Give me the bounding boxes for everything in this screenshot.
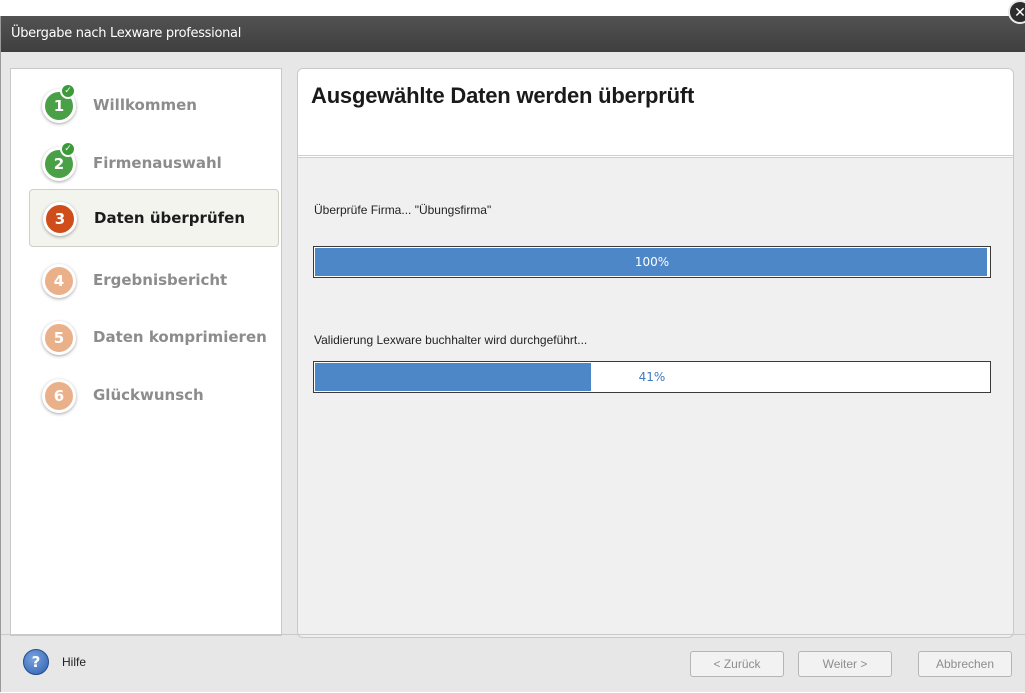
help-link[interactable]: Hilfe [62,655,86,669]
step-ergebnisbericht[interactable]: 4 Ergebnisbericht [29,252,279,310]
content-panel: Ausgewählte Daten werden überprüft Überp… [297,68,1014,638]
task-status-text: Validierung Lexware buchhalter wird durc… [314,333,588,347]
close-button[interactable]: ✕ [1008,0,1025,24]
step-number-badge: 5 [42,321,76,355]
steps-sidebar: 1 ✓ Willkommen 2 ✓ Firmenauswahl 3 Daten… [10,68,282,636]
page-title: Ausgewählte Daten werden überprüft [311,83,695,108]
progress-label: 100% [634,255,670,269]
step-label: Daten komprimieren [93,328,267,346]
step-number-badge: 3 [43,202,77,236]
window-title: Übergabe nach Lexware professional [11,26,242,41]
title-bar: Übergabe nach Lexware professional ✕ [1,0,1025,52]
back-button[interactable]: < Zurück [690,651,784,677]
step-label: Willkommen [93,96,197,114]
step-number-badge: 4 [42,264,76,298]
checkmark-icon: ✓ [60,141,76,157]
step-daten-ueberpruefen[interactable]: 3 Daten überprüfen [29,189,279,247]
step-firmenauswahl[interactable]: 2 ✓ Firmenauswahl [29,135,279,193]
progress-bar: 41% [313,361,991,393]
progress-bar: 100% [313,246,991,278]
step-daten-komprimieren[interactable]: 5 Daten komprimieren [29,309,279,367]
step-number-badge: 6 [42,379,76,413]
step-label: Firmenauswahl [93,154,222,172]
close-icon: ✕ [1014,5,1025,21]
next-button[interactable]: Weiter > [798,651,892,677]
step-label: Ergebnisbericht [93,271,228,289]
content-header: Ausgewählte Daten werden überprüft [298,69,1013,158]
progress-label: 41% [638,370,666,384]
help-icon[interactable]: ? [23,649,49,675]
cancel-button[interactable]: Abbrechen [918,651,1012,677]
task-status-text: Überprüfe Firma... "Übungsfirma" [314,203,492,217]
step-label: Glückwunsch [93,386,204,404]
step-willkommen[interactable]: 1 ✓ Willkommen [29,77,279,135]
step-glueckwunsch[interactable]: 6 Glückwunsch [29,367,279,425]
step-label: Daten überprüfen [94,209,245,227]
wizard-window: Übergabe nach Lexware professional ✕ 1 ✓… [0,0,1025,693]
wizard-footer: ? Hilfe < Zurück Weiter > Abbrechen [1,634,1025,693]
checkmark-icon: ✓ [60,83,76,99]
